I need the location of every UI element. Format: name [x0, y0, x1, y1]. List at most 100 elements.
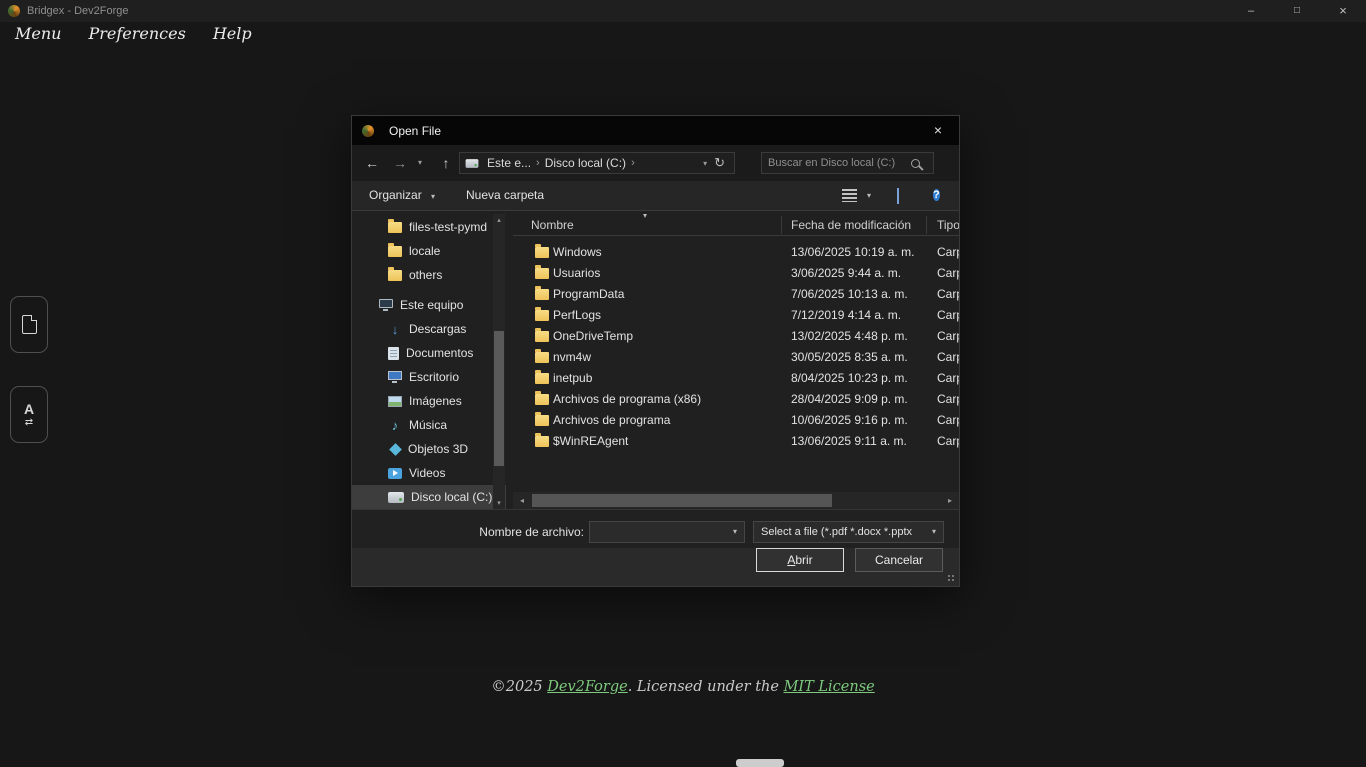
- search-input[interactable]: [762, 157, 911, 169]
- app-window: Bridgex - Dev2Forge – □ × Menu Preferenc…: [0, 0, 1366, 767]
- folder-icon: [535, 328, 549, 342]
- taskbar-peek[interactable]: [736, 759, 784, 767]
- scrollbar-thumb[interactable]: [532, 494, 832, 507]
- menu-item-help[interactable]: Help: [213, 24, 252, 43]
- file-row-nvm4w[interactable]: nvm4w 30/05/2025 8:35 a. m. Carp: [513, 347, 959, 368]
- translate-icon: A: [23, 400, 35, 417]
- sidebar-item-label: Imágenes: [409, 394, 462, 408]
- menubar: Menu Preferences Help: [15, 24, 252, 43]
- column-header-nombre[interactable]: Nombre: [531, 214, 574, 236]
- sidebar-item-escritorio[interactable]: Escritorio: [352, 365, 506, 389]
- sidebar-item-others[interactable]: others: [352, 263, 506, 287]
- chevron-down-icon: ▾: [931, 527, 936, 536]
- cancel-button[interactable]: Cancelar: [855, 548, 943, 572]
- help-button[interactable]: ?: [933, 187, 940, 203]
- organize-button[interactable]: Organizar ▾: [369, 181, 435, 210]
- scroll-up-icon[interactable]: ▴: [493, 214, 505, 228]
- sidebar-item-imagenes[interactable]: Imágenes: [352, 389, 506, 413]
- file-row-inetpub[interactable]: inetpub 8/04/2025 10:23 p. m. Carp: [513, 368, 959, 389]
- up-button[interactable]: ↑: [434, 151, 458, 175]
- menu-item-preferences[interactable]: Preferences: [88, 24, 185, 43]
- sidebar-item-files-test-pymd[interactable]: files-test-pymd: [352, 215, 506, 239]
- dialog-close-button[interactable]: ×: [917, 116, 959, 145]
- new-document-button[interactable]: [10, 296, 48, 353]
- file-row-usuarios[interactable]: Usuarios 3/06/2025 9:44 a. m. Carp: [513, 263, 959, 284]
- drive-icon: [465, 158, 479, 168]
- column-header-fecha[interactable]: Fecha de modificación: [791, 214, 911, 236]
- folder-icon: [535, 349, 549, 363]
- sidebar-item-videos[interactable]: Videos: [352, 461, 506, 485]
- folder-icon: [535, 433, 549, 447]
- folder-icon: [535, 244, 549, 258]
- sidebar-item-label: Descargas: [409, 322, 467, 336]
- open-button[interactable]: Abrir: [756, 548, 844, 572]
- list-view-icon: [842, 189, 857, 202]
- chevron-down-icon[interactable]: ▾: [733, 522, 737, 542]
- filename-combobox[interactable]: ▾: [589, 521, 745, 543]
- resize-grip[interactable]: [947, 574, 956, 583]
- filename-input[interactable]: [590, 522, 722, 542]
- scrollbar-thumb[interactable]: [494, 331, 504, 466]
- filename-label: Nombre de archivo:: [479, 525, 584, 539]
- downloads-icon: ↓: [391, 321, 399, 337]
- file-date: 3/06/2025 9:44 a. m.: [791, 266, 902, 280]
- dialog-logo-icon: [362, 124, 374, 137]
- breadcrumb-segment[interactable]: Disco local (C:): [540, 156, 631, 170]
- minimize-button[interactable]: –: [1228, 0, 1274, 22]
- translate-button[interactable]: A ⇄: [10, 386, 48, 443]
- view-mode-button[interactable]: ▾: [842, 189, 871, 202]
- preview-pane-button[interactable]: [897, 188, 899, 204]
- maximize-button[interactable]: □: [1274, 0, 1320, 22]
- dev2forge-link[interactable]: Dev2Forge: [547, 679, 627, 695]
- file-list: ▾ Nombre Fecha de modificación Tipo Wind…: [513, 214, 959, 494]
- file-type: Carp: [937, 434, 959, 448]
- file-row-archivos[interactable]: Archivos de programa 10/06/2025 9:16 p. …: [513, 410, 959, 431]
- document-icon: [21, 314, 37, 334]
- dialog-title: Open File: [389, 123, 442, 138]
- sidebar-item-documentos[interactable]: Documentos: [352, 341, 506, 365]
- history-dropdown-icon[interactable]: ▾: [412, 151, 428, 175]
- folder-icon: [388, 218, 402, 233]
- pictures-icon: [388, 395, 402, 407]
- sidebar-item-disco-local-c[interactable]: Disco local (C:): [352, 485, 506, 509]
- address-dropdown-icon[interactable]: ▾: [698, 159, 712, 168]
- menu-item-menu[interactable]: Menu: [15, 24, 61, 43]
- close-button[interactable]: ×: [1320, 0, 1366, 22]
- file-row-onedrivetemp[interactable]: OneDriveTemp 13/02/2025 4:48 p. m. Carp: [513, 326, 959, 347]
- breadcrumb[interactable]: Este e... › Disco local (C:) › ▾ ↻: [459, 152, 735, 174]
- file-date: 7/12/2019 4:14 a. m.: [791, 308, 902, 322]
- open-file-dialog: Open File × ← → ▾ ↑ Este e... › Disco lo…: [351, 115, 960, 587]
- file-row-windows[interactable]: Windows 13/06/2025 10:19 a. m. Carp: [513, 242, 959, 263]
- breadcrumb-segment[interactable]: Este e...: [482, 156, 536, 170]
- sidebar-item-este-equipo[interactable]: Este equipo: [352, 293, 506, 317]
- mit-license-link[interactable]: MIT License: [784, 679, 875, 695]
- sidebar-item-musica[interactable]: ♪ Música: [352, 413, 506, 437]
- filetype-dropdown[interactable]: Select a file (*.pdf *.docx *.pptx ▾: [753, 521, 944, 543]
- forward-button[interactable]: →: [388, 151, 412, 175]
- file-date: 30/05/2025 8:35 a. m.: [791, 350, 908, 364]
- new-folder-button[interactable]: Nueva carpeta: [466, 181, 544, 210]
- folder-icon: [535, 286, 549, 300]
- sidebar-item-label: Videos: [409, 466, 446, 480]
- file-row-programdata[interactable]: ProgramData 7/06/2025 10:13 a. m. Carp: [513, 284, 959, 305]
- folder-icon: [535, 265, 549, 279]
- sidebar-item-locale[interactable]: locale: [352, 239, 506, 263]
- file-type: Carp: [937, 308, 959, 322]
- file-row-perflogs[interactable]: PerfLogs 7/12/2019 4:14 a. m. Carp: [513, 305, 959, 326]
- column-separator[interactable]: [926, 216, 927, 234]
- preview-pane-icon: [897, 188, 899, 204]
- file-type: Carp: [937, 245, 959, 259]
- refresh-icon[interactable]: ↻: [712, 155, 730, 171]
- sidebar-scrollbar[interactable]: ▴ ▾: [493, 214, 505, 511]
- column-header-tipo[interactable]: Tipo: [937, 214, 959, 236]
- column-separator[interactable]: [781, 216, 782, 234]
- file-row-archivos-x86[interactable]: Archivos de programa (x86) 28/04/2025 9:…: [513, 389, 959, 410]
- scroll-left-icon[interactable]: ◂: [514, 492, 530, 509]
- scroll-right-icon[interactable]: ▸: [942, 492, 958, 509]
- sidebar-item-descargas[interactable]: ↓ Descargas: [352, 317, 506, 341]
- sidebar-item-objetos-3d[interactable]: Objetos 3D: [352, 437, 506, 461]
- help-icon: ?: [933, 189, 940, 201]
- file-row-winreagent[interactable]: $WinREAgent 13/06/2025 9:11 a. m. Carp: [513, 431, 959, 452]
- horizontal-scrollbar[interactable]: ◂ ▸: [513, 492, 959, 509]
- back-button[interactable]: ←: [360, 151, 384, 175]
